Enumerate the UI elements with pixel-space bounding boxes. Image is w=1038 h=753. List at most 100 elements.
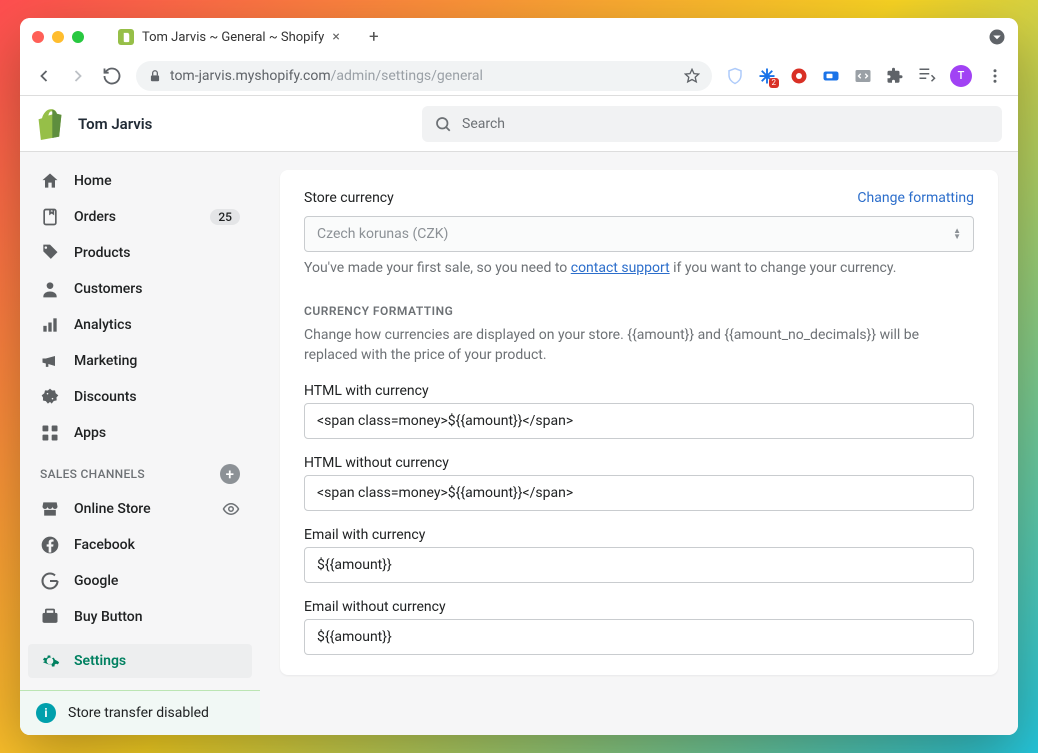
contact-support-link[interactable]: contact support [571,260,670,276]
discount-icon [40,387,60,407]
app-body: Home Orders 25 Products Customers [20,152,1018,735]
sidebar-item-label: Orders [74,209,116,225]
extension-badge: 2 [769,78,780,88]
sidebar-channel-online-store[interactable]: Online Store [28,492,252,526]
sidebar-item-products[interactable]: Products [28,236,252,270]
sidebar-channel-buy-button[interactable]: Buy Button [28,600,252,634]
search-input[interactable]: Search [422,106,1002,142]
sidebar-item-customers[interactable]: Customers [28,272,252,306]
search-placeholder: Search [462,116,505,132]
select-caret-icon: ▲▼ [953,228,961,240]
currency-select-value: Czech korunas (CZK) [317,226,448,242]
html-without-currency-label: HTML without currency [304,455,974,471]
sidebar-section-channels: SALES CHANNELS + [28,452,252,490]
browser-chrome: Tom Jarvis ~ General ~ Shopify × + tom-j… [20,18,1018,96]
forward-button[interactable] [68,66,88,86]
store-transfer-notice[interactable]: i Store transfer disabled [20,690,260,735]
lock-icon [148,69,162,83]
sidebar-channel-facebook[interactable]: Facebook [28,528,252,562]
currency-formatting-head: CURRENCY FORMATTING [304,304,974,318]
close-window-button[interactable] [32,31,44,43]
sidebar: Home Orders 25 Products Customers [20,152,260,735]
shield-icon[interactable] [726,67,744,85]
address-bar[interactable]: tom-jarvis.myshopify.com/admin/settings/… [136,61,712,91]
shopify-app: Tom Jarvis Search Home Orders 25 [20,96,1018,735]
extension-icons: 2 T [726,65,1004,87]
video-icon[interactable] [822,67,840,85]
menu-icon[interactable] [986,67,1004,85]
analytics-icon [40,315,60,335]
sidebar-item-label: Facebook [74,537,135,553]
profile-avatar[interactable]: T [950,65,972,87]
sidebar-item-label: Google [74,573,118,589]
main-content: Store currency Change formatting Czech k… [260,152,1018,735]
browser-window: Tom Jarvis ~ General ~ Shopify × + tom-j… [20,18,1018,735]
sidebar-item-marketing[interactable]: Marketing [28,344,252,378]
dropdown-icon[interactable] [988,28,1006,46]
sidebar-item-label: Discounts [74,389,137,405]
search-icon [434,115,452,133]
playlist-icon[interactable] [918,67,936,85]
maximize-window-button[interactable] [72,31,84,43]
html-without-currency-input[interactable] [304,475,974,511]
reload-button[interactable] [102,66,122,86]
google-icon [40,571,60,591]
sidebar-item-label: Products [74,245,131,261]
puzzle-icon[interactable] [886,67,904,85]
tab-title: Tom Jarvis ~ General ~ Shopify [142,30,324,45]
eye-icon[interactable] [222,500,240,518]
gear-icon [40,651,60,671]
sidebar-item-home[interactable]: Home [28,164,252,198]
currency-select[interactable]: Czech korunas (CZK) ▲▼ [304,216,974,252]
currency-formatting-desc: Change how currencies are displayed on y… [304,326,974,365]
sidebar-item-analytics[interactable]: Analytics [28,308,252,342]
sidebar-item-label: Online Store [74,501,151,517]
shop-name: Tom Jarvis [78,115,152,133]
facebook-icon [40,535,60,555]
megaphone-icon [40,351,60,371]
email-with-currency-label: Email with currency [304,527,974,543]
sidebar-item-label: Buy Button [74,609,143,625]
channels-label: SALES CHANNELS [40,467,145,481]
new-tab-button[interactable]: + [360,23,388,51]
currency-helper-text: You've made your first sale, so you need… [304,260,974,276]
sidebar-channel-google[interactable]: Google [28,564,252,598]
sidebar-item-apps[interactable]: Apps [28,416,252,450]
star-icon[interactable] [684,68,700,84]
snowflake-icon[interactable]: 2 [758,67,776,85]
add-channel-button[interactable]: + [220,464,240,484]
browser-tab[interactable]: Tom Jarvis ~ General ~ Shopify × [106,23,352,51]
email-with-currency-input[interactable] [304,547,974,583]
orders-icon [40,207,60,227]
info-icon: i [36,703,56,723]
sidebar-item-label: Customers [74,281,142,297]
code-icon[interactable] [854,67,872,85]
email-without-currency-input[interactable] [304,619,974,655]
ublock-icon[interactable] [790,67,808,85]
minimize-window-button[interactable] [52,31,64,43]
tag-icon [40,243,60,263]
change-formatting-link[interactable]: Change formatting [857,190,974,206]
sidebar-item-label: Settings [74,653,126,669]
sidebar-item-label: Marketing [74,353,137,369]
sidebar-item-settings[interactable]: Settings [28,644,252,678]
url-host: tom-jarvis.myshopify.com/admin/settings/… [170,68,483,84]
close-tab-icon[interactable]: × [332,29,339,45]
store-icon [40,499,60,519]
browser-toolbar: tom-jarvis.myshopify.com/admin/settings/… [20,56,1018,96]
html-with-currency-label: HTML with currency [304,383,974,399]
sidebar-item-orders[interactable]: Orders 25 [28,200,252,234]
app-header: Tom Jarvis Search [20,96,1018,152]
store-currency-label: Store currency [304,190,394,206]
back-button[interactable] [34,66,54,86]
shopify-favicon-icon [118,29,134,45]
orders-badge: 25 [210,209,240,225]
html-with-currency-input[interactable] [304,403,974,439]
sidebar-item-label: Analytics [74,317,132,333]
sidebar-item-label: Home [74,173,112,189]
traffic-lights [32,31,84,43]
notice-text: Store transfer disabled [68,705,209,721]
home-icon [40,171,60,191]
sidebar-item-label: Apps [74,425,106,441]
sidebar-item-discounts[interactable]: Discounts [28,380,252,414]
